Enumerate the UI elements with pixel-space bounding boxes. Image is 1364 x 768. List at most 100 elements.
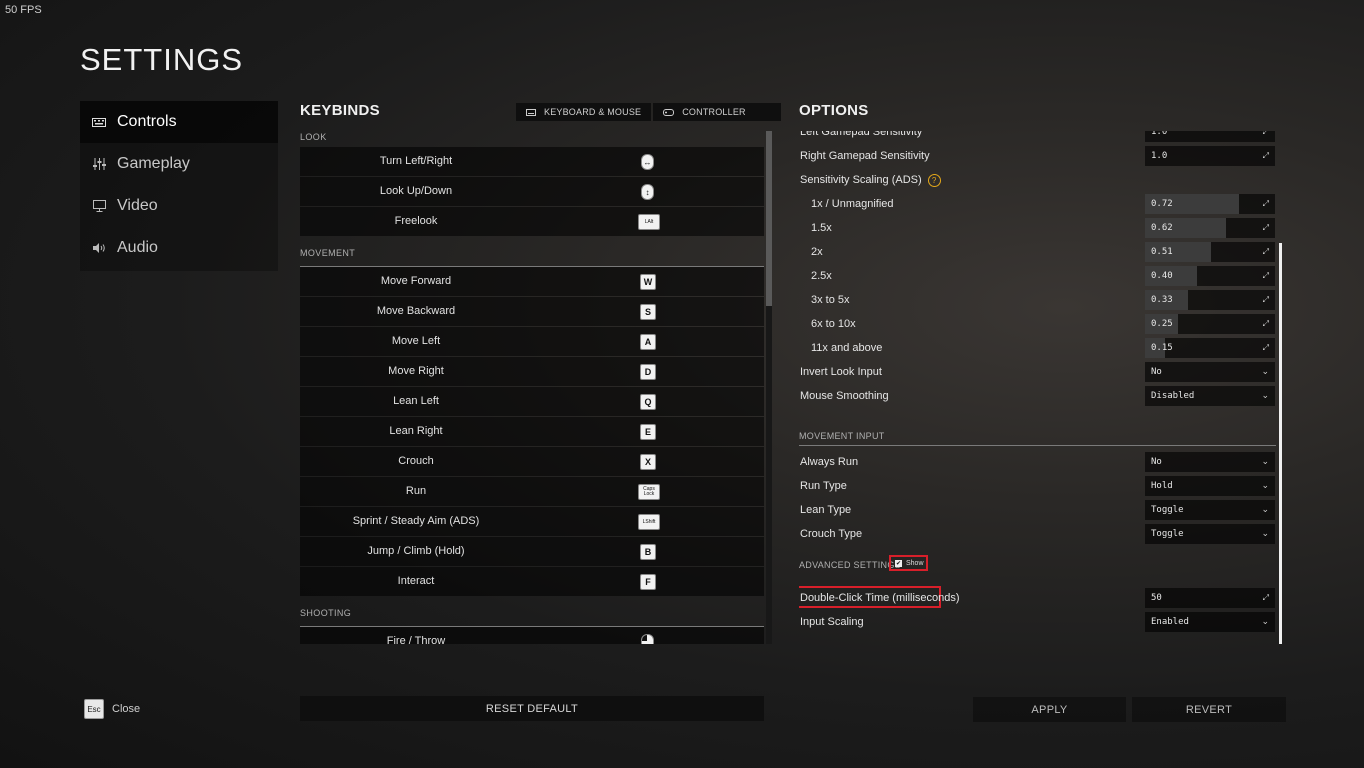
keybind-row[interactable]: Move Forward W	[300, 267, 764, 296]
nav-item-gameplay[interactable]: Gameplay	[80, 143, 278, 185]
option-dropdown[interactable]: Hold ⌄	[1145, 476, 1275, 496]
advanced-show-checkbox[interactable]: ✔ Show	[889, 555, 928, 571]
option-row[interactable]: Always Run No ⌄	[799, 450, 1276, 474]
option-row[interactable]: Lean Type Toggle ⌄	[799, 498, 1276, 522]
option-slider[interactable]: 0.62 ⤢	[1145, 218, 1275, 238]
option-slider[interactable]: 0.40 ⤢	[1145, 266, 1275, 286]
option-slider[interactable]: 1.0 ⤢	[1145, 146, 1275, 166]
option-dropdown[interactable]: Disabled ⌄	[1145, 386, 1275, 406]
option-slider[interactable]: 0.72 ⤢	[1145, 194, 1275, 214]
option-dropdown[interactable]: No ⌄	[1145, 452, 1275, 472]
close-button[interactable]: Esc Close	[84, 699, 140, 719]
keybind-row[interactable]: Move Right D	[300, 357, 764, 386]
keycap[interactable]: F	[640, 574, 656, 590]
mouse-horizontal-icon[interactable]: ↔	[641, 154, 654, 170]
option-row[interactable]: Input Scaling Enabled ⌄	[799, 610, 1276, 634]
keycap[interactable]: Q	[640, 394, 656, 410]
keycap[interactable]: Caps Lock	[638, 484, 660, 500]
checkmark-icon: ✔	[895, 559, 902, 567]
option-row[interactable]: 11x and above 0.15 ⤢	[799, 336, 1276, 360]
option-value: 0.25	[1151, 319, 1173, 329]
revert-button[interactable]: REVERT	[1132, 697, 1286, 722]
apply-button[interactable]: APPLY	[973, 697, 1126, 722]
option-row[interactable]: 3x to 5x 0.33 ⤢	[799, 288, 1276, 312]
keybind-row[interactable]: Look Up/Down ↕	[300, 177, 764, 206]
option-slider[interactable]: 50 ⤢	[1145, 588, 1275, 608]
option-dropdown[interactable]: Toggle ⌄	[1145, 524, 1275, 544]
keycap[interactable]: A	[640, 334, 656, 350]
option-row[interactable]: Mouse Smoothing Disabled ⌄	[799, 384, 1276, 408]
option-slider[interactable]: 0.15 ⤢	[1145, 338, 1275, 358]
option-row[interactable]: Invert Look Input No ⌄	[799, 360, 1276, 384]
option-label: Right Gamepad Sensitivity	[800, 150, 930, 162]
option-slider[interactable]: 0.25 ⤢	[1145, 314, 1275, 334]
keybind-row[interactable]: Run Caps Lock	[300, 477, 764, 506]
nav-label: Gameplay	[117, 155, 190, 172]
option-row[interactable]: Left Gamepad Sensitivity 1.0 ⤢	[799, 131, 1276, 144]
option-row[interactable]: 2x 0.51 ⤢	[799, 240, 1276, 264]
option-row[interactable]: 1.5x 0.62 ⤢	[799, 216, 1276, 240]
option-row[interactable]: Run Type Hold ⌄	[799, 474, 1276, 498]
keycap[interactable]: B	[640, 544, 656, 560]
keybind-row[interactable]: Fire / Throw	[300, 627, 764, 644]
options-scrollbar[interactable]	[1279, 243, 1282, 644]
keyboard-icon	[92, 115, 106, 129]
help-icon[interactable]: ?	[927, 173, 941, 187]
option-label: 2x	[811, 246, 823, 258]
keycap[interactable]: LShift	[638, 514, 660, 530]
advanced-settings-row: ADVANCED SETTINGS ✔ Show	[799, 546, 1276, 586]
option-row[interactable]: Double-Click Time (milliseconds) 50 ⤢	[799, 586, 1276, 610]
nav-item-audio[interactable]: Audio	[80, 227, 278, 269]
keybinds-scrollbar[interactable]	[766, 131, 772, 644]
option-dropdown[interactable]: Toggle ⌄	[1145, 500, 1275, 520]
keybind-row[interactable]: Sprint / Steady Aim (ADS) LShift	[300, 507, 764, 536]
keybinds-heading: KEYBINDS	[300, 102, 380, 119]
keycap[interactable]: X	[640, 454, 656, 470]
option-row[interactable]: 6x to 10x 0.25 ⤢	[799, 312, 1276, 336]
option-dropdown[interactable]: No ⌄	[1145, 362, 1275, 382]
option-dropdown[interactable]: Enabled ⌄	[1145, 612, 1275, 632]
keybind-row[interactable]: Lean Left Q	[300, 387, 764, 416]
keybind-row[interactable]: Turn Left/Right ↔	[300, 147, 764, 176]
show-label: Show	[906, 559, 924, 567]
keycap[interactable]: D	[640, 364, 656, 380]
keybind-row[interactable]: Jump / Climb (Hold) B	[300, 537, 764, 566]
fps-counter: 50 FPS	[5, 4, 42, 16]
option-slider[interactable]: 1.0 ⤢	[1145, 131, 1275, 142]
keybind-row[interactable]: Lean Right E	[300, 417, 764, 446]
keybinds-list[interactable]: LOOK Turn Left/Right ↔ Look Up/Down ↕ Free…	[300, 131, 764, 644]
chevron-down-icon: ⌄	[1261, 457, 1269, 467]
section-movement: MOVEMENT	[300, 237, 764, 267]
tab-controller[interactable]: CONTROLLER	[653, 103, 782, 121]
keybind-row[interactable]: Freelook LAlt	[300, 207, 764, 236]
keybind-row[interactable]: Crouch X	[300, 447, 764, 476]
scrollbar-thumb[interactable]	[766, 131, 772, 306]
tab-keyboard-mouse[interactable]: KEYBOARD & MOUSE	[516, 103, 652, 121]
keybind-label: Move Backward	[376, 305, 456, 317]
keybind-row[interactable]: Interact F	[300, 567, 764, 596]
option-row[interactable]: 1x / Unmagnified 0.72 ⤢	[799, 192, 1276, 216]
options-list[interactable]: Left Gamepad Sensitivity 1.0 ⤢ Right Gamep…	[799, 131, 1276, 644]
keycap[interactable]: E	[640, 424, 656, 440]
nav-label: Audio	[117, 239, 158, 256]
option-row[interactable]: Crouch Type Toggle ⌄	[799, 522, 1276, 546]
keycap[interactable]: LAlt	[638, 214, 660, 230]
keycap[interactable]: W	[640, 274, 656, 290]
keycap[interactable]: S	[640, 304, 656, 320]
mouse-vertical-icon[interactable]: ↕	[641, 184, 654, 200]
reset-default-button[interactable]: RESET DEFAULT	[300, 696, 764, 721]
keybind-label: Sprint / Steady Aim (ADS)	[352, 515, 480, 527]
option-slider[interactable]: 0.51 ⤢	[1145, 242, 1275, 262]
expand-icon: ⤢	[1262, 223, 1269, 232]
option-row[interactable]: Right Gamepad Sensitivity 1.0 ⤢	[799, 144, 1276, 168]
expand-icon: ⤢	[1262, 319, 1269, 328]
keybind-row[interactable]: Move Left A	[300, 327, 764, 356]
nav-label: Video	[117, 197, 158, 214]
option-label: Sensitivity Scaling (ADS)?	[800, 168, 941, 192]
option-slider[interactable]: 0.33 ⤢	[1145, 290, 1275, 310]
option-row[interactable]: 2.5x 0.40 ⤢	[799, 264, 1276, 288]
keybind-row[interactable]: Move Backward S	[300, 297, 764, 326]
nav-item-video[interactable]: Video	[80, 185, 278, 227]
nav-item-controls[interactable]: Controls	[80, 101, 278, 143]
mouse-left-button-icon[interactable]	[641, 634, 654, 644]
